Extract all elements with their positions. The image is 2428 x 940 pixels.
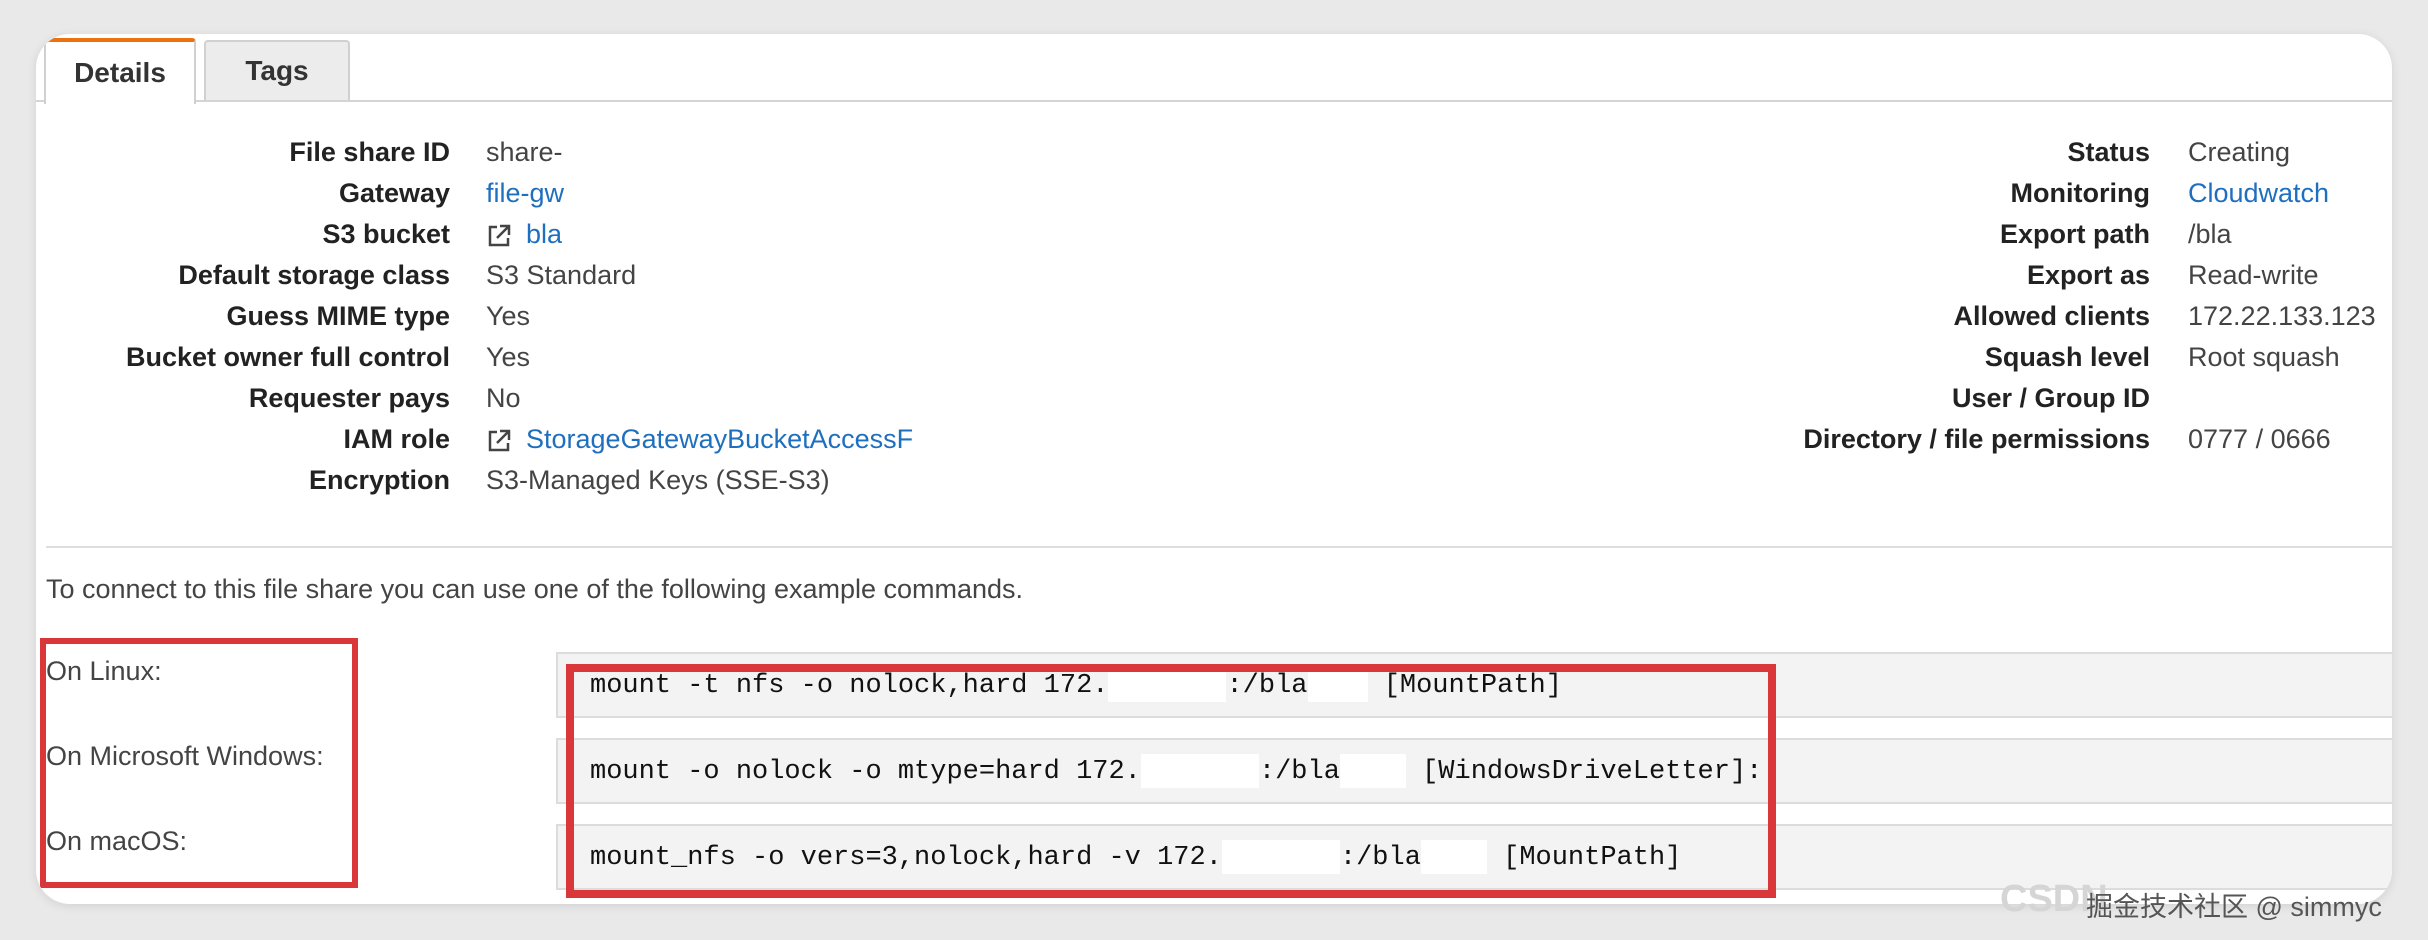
requester-pays-value: No — [486, 383, 521, 413]
section-divider — [46, 546, 2392, 548]
os-labels-highlight-box — [40, 638, 358, 888]
status-label: Status — [2067, 137, 2150, 167]
gateway-label: Gateway — [338, 178, 450, 208]
status-value: Creating — [2188, 137, 2291, 167]
iam-role-link[interactable]: StorageGatewayBucketAccessF — [486, 419, 913, 459]
bucket-owner-full-control-value: Yes — [486, 342, 531, 372]
export-as-label: Export as — [2026, 260, 2150, 290]
commands-highlight-box — [566, 664, 1776, 898]
requester-pays-label: Requester pays — [248, 383, 450, 413]
bucket-owner-full-control-label: Bucket owner full control — [125, 342, 450, 372]
default-storage-class-value: S3 Standard — [486, 260, 637, 290]
allowed-clients-label: Allowed clients — [1953, 301, 2150, 331]
file-share-id-value: share- — [486, 137, 563, 167]
allowed-clients-value: 172.22.133.123 — [2188, 301, 2376, 331]
s3-bucket-link[interactable]: bla — [486, 214, 562, 254]
export-as-value: Read-write — [2188, 260, 2319, 290]
squash-level-label: Squash level — [1984, 342, 2150, 372]
default-storage-class-label: Default storage class — [178, 260, 450, 290]
s3-bucket-label: S3 bucket — [322, 219, 450, 249]
iam-role-label: IAM role — [343, 424, 450, 454]
s3-bucket-value: bla — [526, 219, 563, 249]
file-share-id-label: File share ID — [289, 137, 450, 167]
export-path-label: Export path — [1999, 219, 2150, 249]
monitoring-link[interactable]: Cloudwatch — [2188, 173, 2329, 213]
directory-file-permissions-value: 0777 / 0666 — [2188, 424, 2331, 454]
gateway-link[interactable]: file-gw — [486, 173, 564, 213]
export-path-value: /bla — [2188, 219, 2232, 249]
guess-mime-type-label: Guess MIME type — [226, 301, 450, 331]
encryption-value: S3-Managed Keys (SSE-S3) — [486, 465, 830, 495]
tab-details[interactable]: Details — [44, 38, 196, 104]
external-link-icon — [488, 429, 511, 452]
encryption-label: Encryption — [308, 465, 450, 495]
squash-level-value: Root squash — [2188, 342, 2340, 372]
external-link-icon — [488, 224, 511, 247]
user-group-id-label: User / Group ID — [1951, 383, 2150, 413]
directory-file-permissions-label: Directory / file permissions — [1803, 424, 2150, 454]
watermark-text: 掘金技术社区 @ simmyc — [2086, 892, 2382, 922]
file-share-details-panel: Details Tags File share ID share- Gatewa… — [36, 34, 2392, 904]
guess-mime-type-value: Yes — [486, 301, 531, 331]
tab-bar: Details Tags — [36, 34, 2392, 104]
connect-instructions: To connect to this file share you can us… — [46, 574, 1024, 604]
iam-role-value: StorageGatewayBucketAccessF — [526, 424, 914, 454]
tab-tags[interactable]: Tags — [204, 40, 350, 100]
monitoring-label: Monitoring — [2010, 178, 2150, 208]
